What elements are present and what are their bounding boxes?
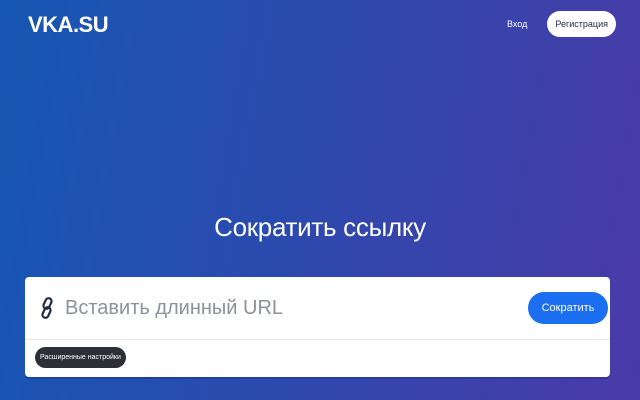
login-link[interactable]: Вход bbox=[507, 19, 527, 29]
page-title: Сократить ссылку bbox=[214, 212, 426, 242]
link-icon bbox=[37, 296, 57, 320]
url-input[interactable] bbox=[65, 294, 505, 322]
advanced-settings-button[interactable]: Расширенные настройки bbox=[35, 347, 126, 368]
register-button[interactable]: Регистрация bbox=[547, 11, 616, 37]
url-input-row: Сократить bbox=[25, 277, 610, 340]
shorten-button[interactable]: Сократить bbox=[528, 292, 608, 324]
shortener-panel: Сократить Расширенные настройки bbox=[25, 277, 610, 377]
top-nav: Вход Регистрация bbox=[507, 11, 616, 37]
site-logo[interactable]: VKA.SU bbox=[28, 12, 109, 38]
